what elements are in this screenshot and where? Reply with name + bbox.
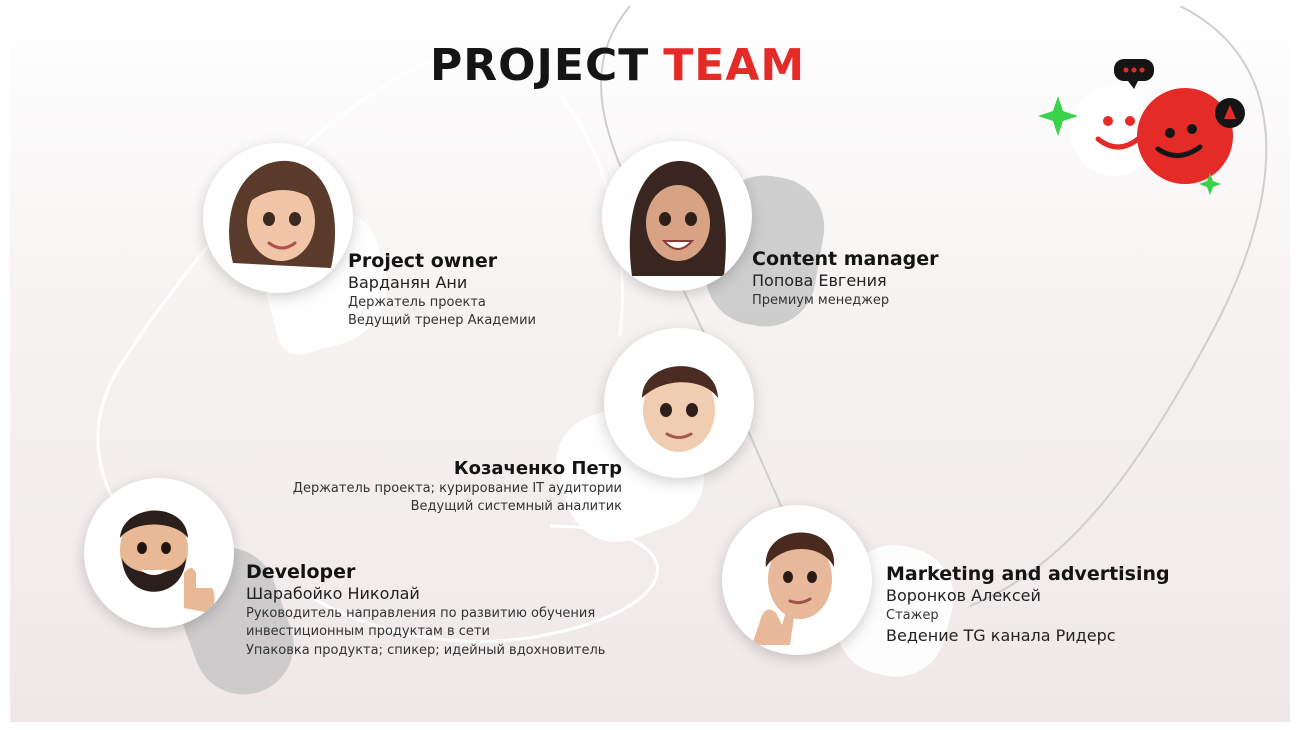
- member-desc-line: Держатель проекта; курирование IT аудито…: [292, 480, 622, 496]
- member-desc-line: Ведущий тренер Академии: [348, 313, 536, 329]
- male-memoji-icon: [642, 366, 718, 452]
- avatar-content-manager: [602, 141, 752, 291]
- member-name: Варданян Ани: [348, 272, 468, 292]
- member-desc-line: Ведущий системный аналитик: [410, 499, 622, 515]
- page-title: PROJECT TEAM: [430, 44, 805, 88]
- member-role: Developer: [246, 561, 356, 583]
- member-desc-line: Премиум менеджер: [752, 292, 890, 308]
- title-part-2: TEAM: [663, 40, 806, 91]
- avatar-kozachenko: [604, 328, 754, 478]
- smiley-logo-icon: [1038, 59, 1245, 195]
- member-project-owner: Project owner Варданян Ани Держатель про…: [348, 250, 536, 331]
- member-content-manager: Content manager Попова Евгения Премиум м…: [752, 248, 939, 310]
- avatar-marketing: [722, 505, 872, 655]
- member-name: Козаченко Петр: [453, 458, 622, 479]
- member-role: Marketing and advertising: [886, 563, 1170, 585]
- member-desc-line: Держатель проекта: [348, 294, 486, 310]
- member-name: Попова Евгения: [752, 270, 887, 290]
- thinking-memoji-icon: [752, 532, 835, 645]
- slide: PROJECT TEAM Project owner Варданян Ани …: [10, 6, 1290, 722]
- avatar-project-owner: [203, 143, 353, 293]
- title-part-1: PROJECT: [430, 40, 650, 91]
- member-marketing: Marketing and advertising Воронков Алекс…: [886, 563, 1170, 648]
- member-desc-line: Стажер: [886, 607, 939, 623]
- female-memoji-icon: [629, 161, 726, 276]
- member-role: Project owner: [348, 250, 498, 272]
- member-developer: Developer Шарабойко Николай Руководитель…: [246, 561, 605, 661]
- member-desc-line: инвестиционным продуктам в сети: [246, 624, 490, 640]
- member-desc-line: Упаковка продукта; спикер; идейный вдохн…: [246, 643, 606, 659]
- member-role: Content manager: [752, 248, 939, 270]
- member-name: Шарабойко Николай: [246, 583, 420, 603]
- member-desc-line: Ведение TG канала Ридерс: [886, 626, 1116, 646]
- member-name: Воронков Алексей: [886, 585, 1041, 605]
- female-memoji-icon: [229, 160, 336, 268]
- avatar-developer: [84, 478, 234, 628]
- member-kozachenko: Козаченко Петр Держатель проекта; куриро…: [293, 458, 622, 517]
- member-desc-line: Руководитель направления по развитию обу…: [246, 605, 596, 621]
- bearded-memoji-icon: [120, 510, 215, 613]
- chat-bubble-icon: [1114, 59, 1154, 89]
